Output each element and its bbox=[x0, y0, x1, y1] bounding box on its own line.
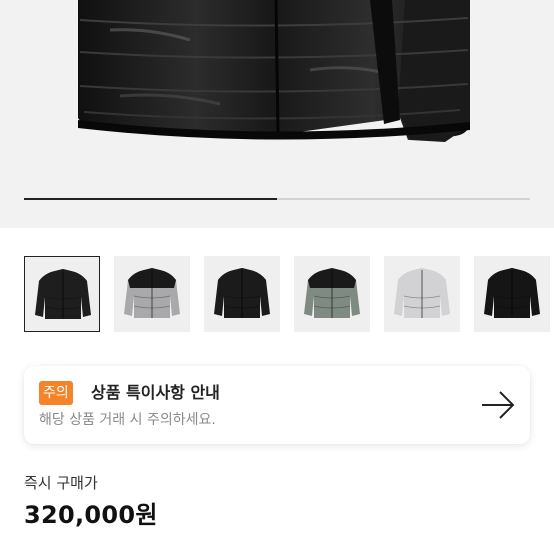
jacket-thumbnail-image bbox=[484, 268, 540, 318]
jacket-image bbox=[78, 0, 470, 142]
notice-subtitle: 해당 상품 거래 시 주의하세요. bbox=[39, 412, 216, 428]
price-value: 320,000원 bbox=[24, 501, 158, 529]
jacket-thumbnail-image bbox=[214, 268, 270, 318]
thumbnail-black-matte[interactable] bbox=[474, 256, 550, 332]
caution-badge: 주의 bbox=[39, 381, 73, 405]
jacket-thumbnail-image bbox=[304, 268, 360, 318]
jacket-thumbnail-image bbox=[394, 268, 450, 318]
arrow-right-icon[interactable] bbox=[480, 390, 516, 420]
gallery-progress-bar bbox=[24, 198, 530, 200]
thumbnail-strip bbox=[0, 256, 554, 336]
thumbnail-black-glossy[interactable] bbox=[24, 256, 100, 332]
notice-card[interactable]: 주의 상품 특이사항 안내 해당 상품 거래 시 주의하세요. bbox=[24, 366, 530, 444]
gallery-progress-fill bbox=[24, 198, 277, 200]
thumbnail-black[interactable] bbox=[204, 256, 280, 332]
product-image[interactable] bbox=[0, 0, 554, 228]
price-label: 즉시 구매가 bbox=[24, 474, 98, 492]
jacket-thumbnail-image bbox=[124, 268, 180, 318]
notice-title: 상품 특이사항 안내 bbox=[91, 383, 220, 402]
thumbnail-silver[interactable] bbox=[384, 256, 460, 332]
thumbnail-grey-black-yoke[interactable] bbox=[114, 256, 190, 332]
thumbnail-green-black-yoke[interactable] bbox=[294, 256, 370, 332]
jacket-thumbnail-image bbox=[35, 269, 91, 319]
